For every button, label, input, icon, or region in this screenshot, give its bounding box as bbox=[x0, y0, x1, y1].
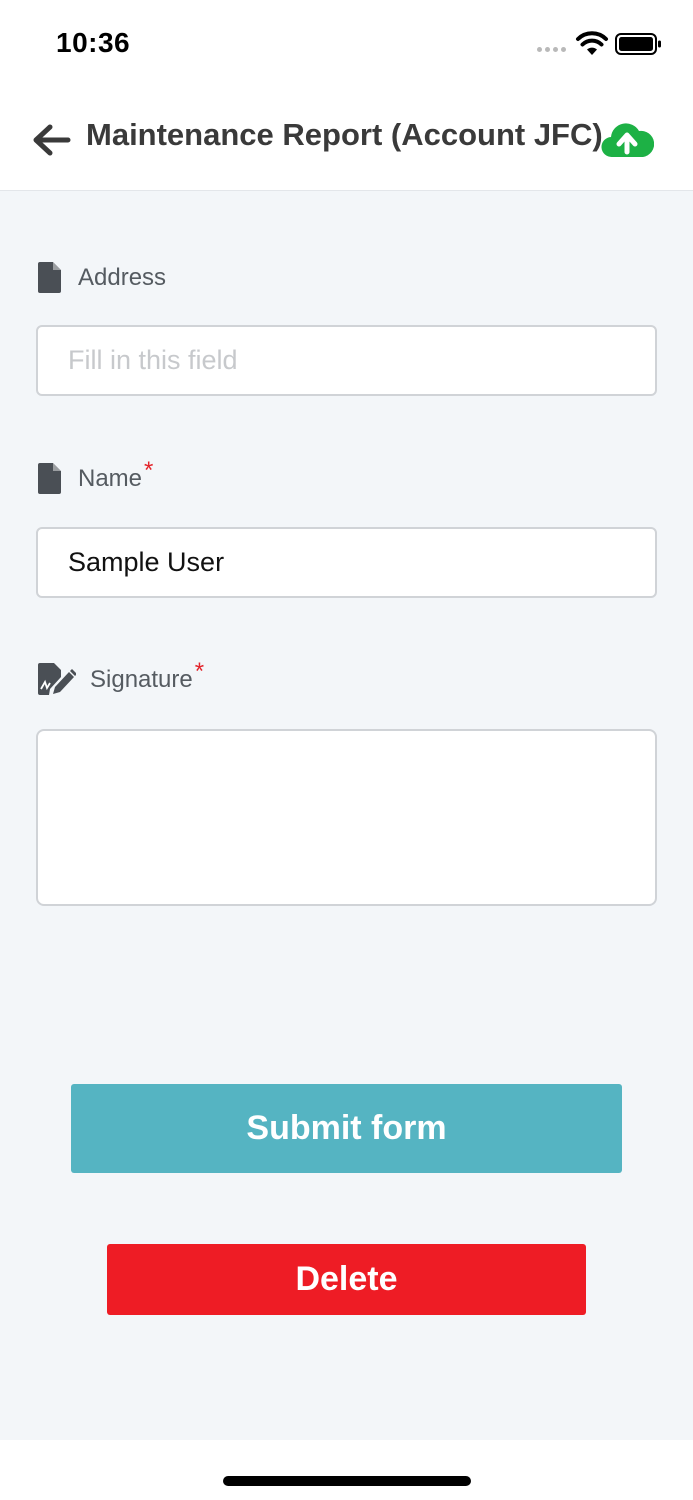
name-label: Name * bbox=[36, 457, 153, 497]
home-indicator[interactable] bbox=[223, 1476, 471, 1486]
wifi-icon bbox=[576, 31, 608, 55]
delete-button[interactable]: Delete bbox=[107, 1244, 586, 1315]
signature-icon bbox=[38, 663, 76, 695]
back-arrow-icon[interactable] bbox=[30, 120, 72, 160]
status-bar: 10:36 bbox=[0, 0, 693, 90]
name-input[interactable] bbox=[36, 527, 657, 598]
address-input[interactable] bbox=[36, 325, 657, 396]
status-time: 10:36 bbox=[56, 27, 131, 58]
document-icon bbox=[38, 463, 61, 494]
signature-label: Signature * bbox=[36, 658, 204, 698]
cellular-dots-icon bbox=[537, 47, 569, 53]
signature-pad[interactable] bbox=[36, 729, 657, 906]
required-asterisk: * bbox=[194, 658, 205, 685]
name-label-text: Name bbox=[78, 465, 143, 492]
battery-icon bbox=[615, 33, 661, 55]
address-label: Address bbox=[36, 260, 166, 296]
signature-label-text: Signature bbox=[90, 666, 193, 693]
screen: 10:36 Maintenance Report (Account JFC) A… bbox=[0, 0, 693, 1500]
address-label-text: Address bbox=[78, 264, 167, 291]
submit-form-button[interactable]: Submit form bbox=[71, 1084, 622, 1173]
form-content: Address Name * Signature * Submi bbox=[0, 191, 693, 1440]
app-header: Maintenance Report (Account JFC) bbox=[0, 90, 693, 191]
page-title: Maintenance Report (Account JFC) bbox=[86, 117, 603, 152]
cloud-upload-icon[interactable] bbox=[600, 117, 654, 161]
document-icon bbox=[38, 262, 61, 293]
required-asterisk: * bbox=[144, 457, 154, 484]
home-area bbox=[0, 1440, 693, 1500]
